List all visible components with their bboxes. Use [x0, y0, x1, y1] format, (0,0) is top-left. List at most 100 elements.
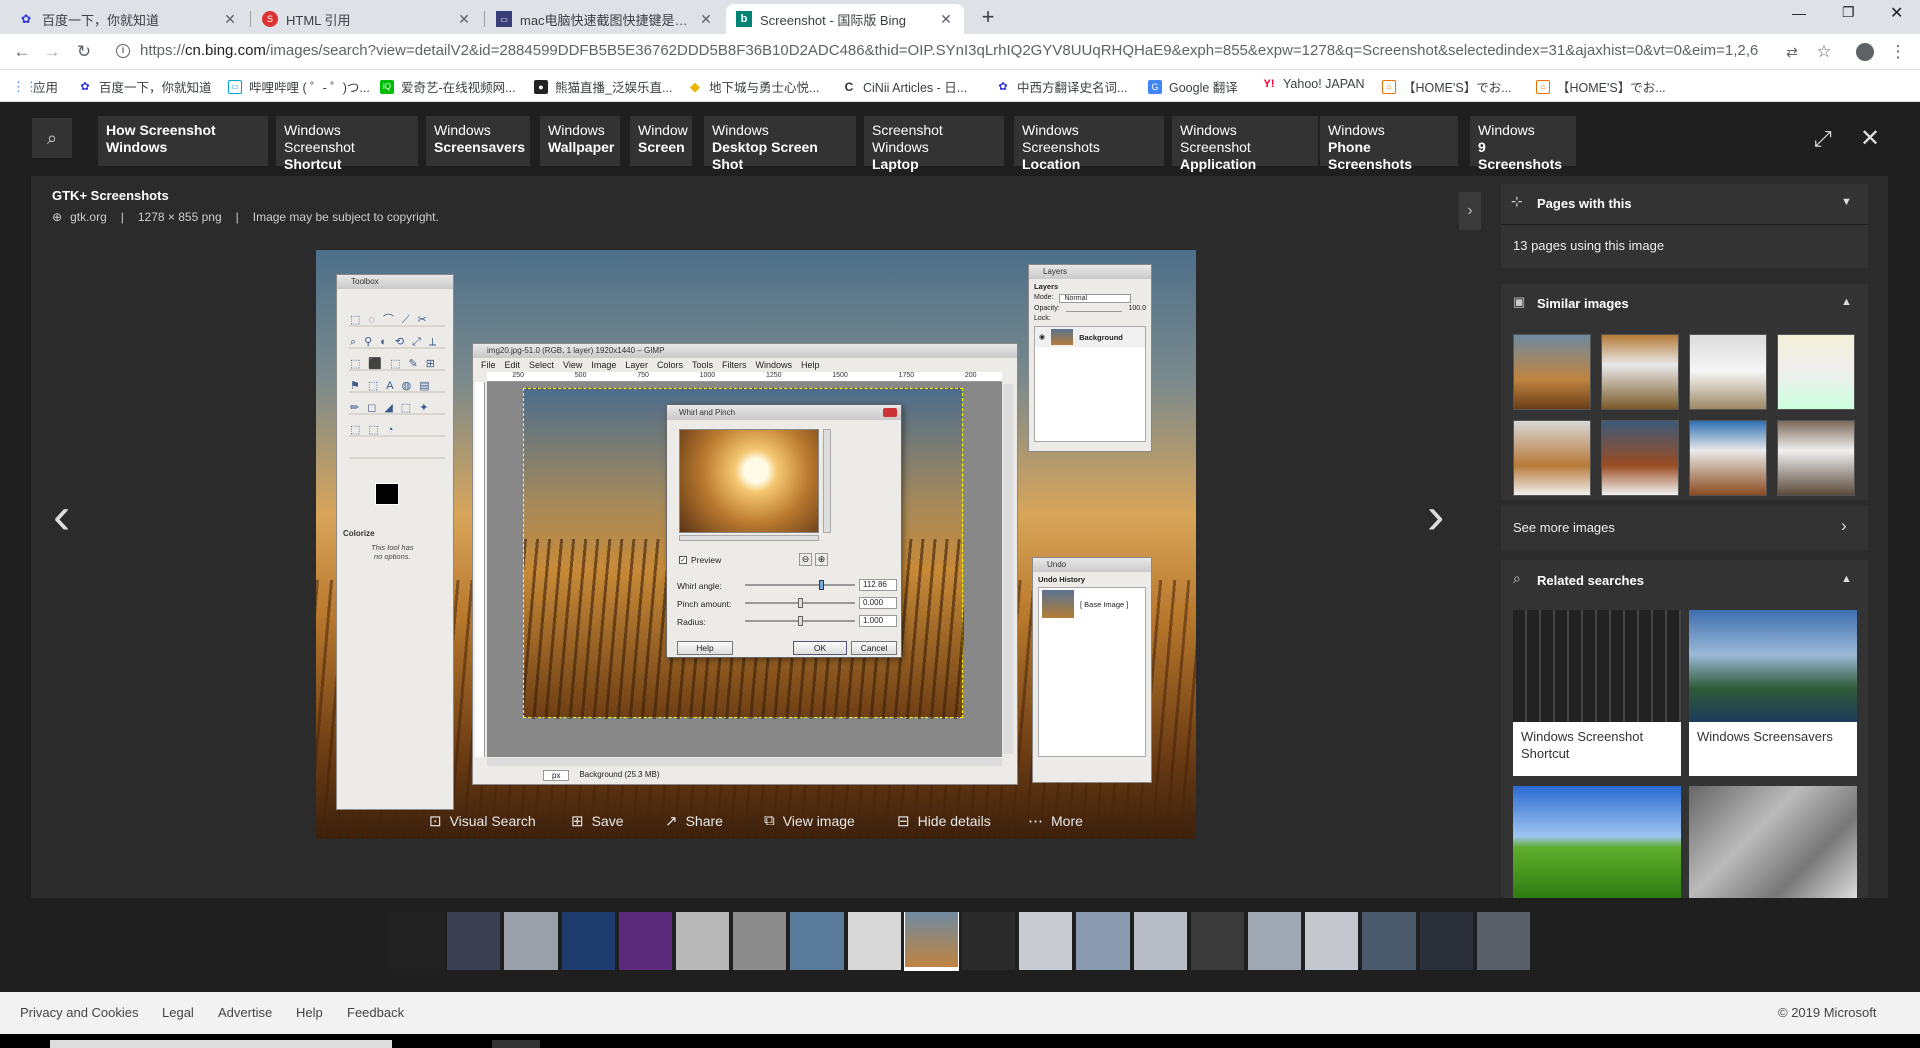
menu-file[interactable]: File: [481, 360, 496, 370]
menu-filters[interactable]: Filters: [722, 360, 747, 370]
bookmark-homes-2[interactable]: ⌂ 【HOME'S】でお...: [1536, 77, 1666, 96]
menu-view[interactable]: View: [563, 360, 582, 370]
filmstrip-thumb[interactable]: [504, 912, 558, 970]
undo-history-tab[interactable]: Undo History: [1033, 572, 1151, 587]
similar-image-thumb[interactable]: [1513, 420, 1591, 496]
preview-checkbox[interactable]: ✓: [679, 556, 687, 564]
filmstrip-thumb[interactable]: [733, 912, 787, 970]
see-more-images-link[interactable]: See more images ›: [1501, 506, 1868, 550]
similar-image-thumb[interactable]: [1777, 420, 1855, 496]
related-search-chip[interactable]: Screenshot Windows Laptop: [864, 116, 1004, 172]
related-searches-heading[interactable]: Related searches: [1537, 573, 1644, 588]
address-bar[interactable]: https://cn.bing.com/images/search?view=d…: [140, 42, 1800, 59]
previous-image-arrow-icon[interactable]: ‹: [53, 486, 70, 546]
related-card-windows[interactable]: [1689, 786, 1857, 898]
expand-icon[interactable]: ⤢: [1814, 126, 1832, 152]
related-search-chip[interactable]: Windows Screenshot Shortcut: [276, 116, 418, 172]
filmstrip-thumb[interactable]: [847, 912, 901, 970]
menu-help[interactable]: Help: [801, 360, 820, 370]
new-tab-button[interactable]: +: [976, 6, 1000, 30]
related-search-chip[interactable]: Windows Screenshot Application: [1172, 116, 1318, 172]
main-image[interactable]: Toolbox ⬚◌⌒⟋✂⌕⚲◐⟲⤢⟂⬚⬛⬚✎⊞⚑⬚A◍▤✏◻◢⬚✦⬚⬚◔ Co…: [316, 250, 1196, 839]
layers-tab[interactable]: Layers: [1029, 279, 1151, 294]
pinch-amount-input[interactable]: 0.000: [859, 597, 897, 609]
filmstrip-thumb[interactable]: [1019, 912, 1073, 970]
more-button[interactable]: ⋯ More: [1028, 812, 1083, 830]
menu-colors[interactable]: Colors: [657, 360, 683, 370]
similar-image-thumb[interactable]: [1689, 420, 1767, 496]
taskbar-item[interactable]: [50, 1040, 392, 1048]
reload-icon[interactable]: ↻: [74, 42, 94, 62]
cancel-button[interactable]: Cancel: [851, 641, 897, 655]
filmstrip-thumb[interactable]: [1133, 912, 1187, 970]
minimize-icon[interactable]: —: [1792, 5, 1806, 21]
filmstrip-thumb[interactable]: [1476, 912, 1530, 970]
bookmark-star-icon[interactable]: ☆: [1814, 42, 1834, 62]
preview-scrollbar[interactable]: [823, 429, 831, 533]
close-tab-icon[interactable]: ✕: [222, 11, 238, 28]
related-search-chip[interactable]: Windows Screensavers: [426, 116, 530, 166]
tab-bing-screenshot[interactable]: b Screenshot - 国际版 Bing ✕: [726, 4, 964, 34]
back-arrow-icon[interactable]: ←: [12, 42, 32, 62]
related-search-chip[interactable]: Windows Desktop Screen Shot: [704, 116, 856, 172]
filmstrip-thumb[interactable]: [447, 912, 501, 970]
zoom-out-icon[interactable]: ⊖: [799, 553, 812, 566]
bookmark-homes-1[interactable]: ⌂ 【HOME'S】でお...: [1382, 77, 1512, 96]
menu-tools[interactable]: Tools: [692, 360, 713, 370]
chevron-down-icon[interactable]: ▼: [1841, 196, 1852, 208]
collapse-sidebar-chevron-icon[interactable]: ›: [1459, 192, 1481, 230]
chevron-up-icon[interactable]: ▲: [1841, 296, 1852, 308]
bookmark-cinii[interactable]: C CiNii Articles - 日...: [842, 77, 968, 96]
tab-html-quote[interactable]: S HTML 引用 ✕: [252, 4, 482, 34]
image-source-link[interactable]: gtk.org: [70, 210, 107, 224]
dialog-close-icon[interactable]: [883, 408, 897, 417]
radius-slider[interactable]: [745, 616, 855, 626]
bookmark-iqiyi[interactable]: iQ 爱奇艺-在线视频网...: [380, 77, 516, 96]
whirl-angle-slider[interactable]: [745, 580, 855, 590]
similar-image-thumb[interactable]: [1601, 420, 1679, 496]
close-tab-icon[interactable]: ✕: [456, 11, 472, 28]
menu-image[interactable]: Image: [591, 360, 616, 370]
view-image-button[interactable]: ⧉ View image: [764, 812, 855, 829]
vertical-scrollbar[interactable]: [1003, 384, 1013, 754]
related-search-chip[interactable]: Window Screen: [630, 116, 692, 166]
footer-help-link[interactable]: Help: [296, 1005, 323, 1020]
similar-images-heading[interactable]: Similar images: [1537, 296, 1629, 311]
chevron-up-icon[interactable]: ▲: [1841, 573, 1852, 585]
footer-privacy-link[interactable]: Privacy and Cookies: [20, 1005, 139, 1020]
tab-baidu[interactable]: ✿ 百度一下，你就知道 ✕: [8, 4, 248, 34]
ok-button[interactable]: OK: [793, 641, 847, 655]
visual-search-button[interactable]: ⊡ Visual Search: [429, 812, 536, 830]
bookmark-panda[interactable]: ● 熊猫直播_泛娱乐直...: [534, 77, 672, 96]
bookmark-google-translate[interactable]: G Google 翻译: [1148, 77, 1238, 96]
menu-layer[interactable]: Layer: [625, 360, 648, 370]
opacity-value[interactable]: 100.0: [1128, 305, 1146, 312]
whirl-angle-input[interactable]: 112.86: [859, 579, 897, 591]
eye-icon[interactable]: ◉: [1039, 333, 1045, 341]
filmstrip-thumb-selected[interactable]: [903, 912, 960, 971]
footer-legal-link[interactable]: Legal: [162, 1005, 194, 1020]
footer-advertise-link[interactable]: Advertise: [218, 1005, 272, 1020]
help-button[interactable]: Help: [677, 641, 733, 655]
close-tab-icon[interactable]: ✕: [698, 11, 714, 28]
undo-row[interactable]: [ Base Image ]: [1039, 588, 1145, 620]
preview-toggle[interactable]: ✓ Preview: [679, 555, 721, 565]
search-icon[interactable]: ⌕: [32, 118, 72, 158]
filmstrip-thumb[interactable]: [962, 912, 1016, 970]
hide-details-button[interactable]: ⊟ Hide details: [897, 812, 991, 830]
related-search-chip[interactable]: Windows Screenshots Location: [1014, 116, 1164, 172]
related-card-shortcut[interactable]: Windows Screenshot Shortcut: [1513, 610, 1681, 776]
profile-avatar-icon[interactable]: [1856, 43, 1874, 61]
preview-hscrollbar[interactable]: [679, 535, 819, 541]
filmstrip-thumb[interactable]: [1248, 912, 1302, 970]
save-button[interactable]: ⊞ Save: [571, 812, 624, 830]
filmstrip-thumb[interactable]: [1190, 912, 1245, 970]
restore-icon[interactable]: ❐: [1842, 4, 1855, 21]
similar-image-thumb[interactable]: [1777, 334, 1855, 410]
menu-windows[interactable]: Windows: [755, 360, 792, 370]
related-card-screensavers[interactable]: Windows Screensavers: [1689, 610, 1857, 776]
bookmark-apps[interactable]: ⋮⋮ 应用: [12, 77, 58, 96]
taskbar-item[interactable]: [492, 1040, 540, 1048]
share-button[interactable]: ↗ Share: [665, 812, 723, 830]
close-tab-icon[interactable]: ✕: [938, 11, 954, 28]
